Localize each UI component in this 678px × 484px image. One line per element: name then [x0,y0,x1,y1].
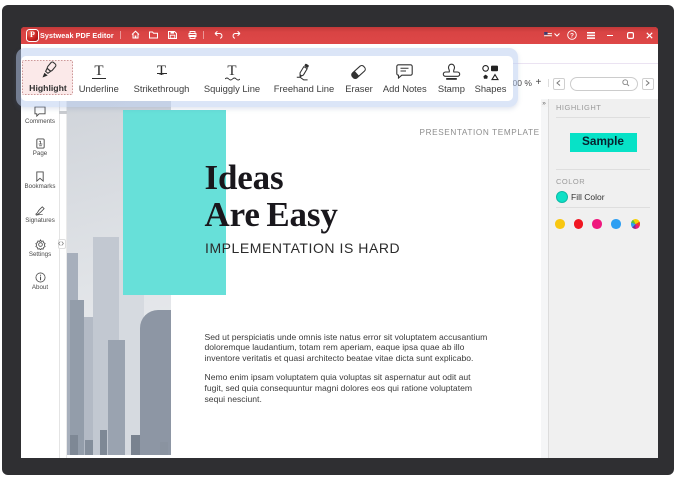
svg-text:?: ? [570,32,574,39]
